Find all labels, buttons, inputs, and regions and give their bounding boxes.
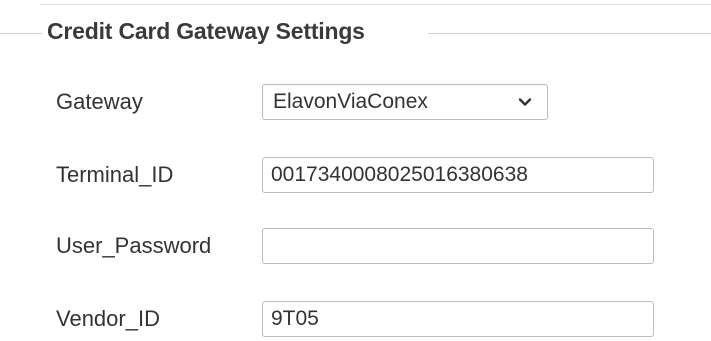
terminal-id-input[interactable]: 0017340008025016380638 bbox=[262, 157, 654, 193]
gateway-select[interactable]: ElavonViaConex bbox=[262, 84, 548, 120]
chevron-down-icon bbox=[518, 98, 532, 106]
user-password-label: User_Password bbox=[56, 233, 212, 258]
terminal-id-row: Terminal_ID 0017340008025016380638 bbox=[0, 155, 711, 195]
fieldset-border-right bbox=[428, 33, 711, 34]
user-password-row: User_Password bbox=[0, 226, 711, 266]
fieldset-legend: Credit Card Gateway Settings bbox=[47, 18, 365, 44]
fieldset-border-left bbox=[0, 33, 42, 34]
credit-card-gateway-settings-fieldset: Credit Card Gateway Settings Gateway Ela… bbox=[0, 0, 711, 341]
gateway-label: Gateway bbox=[56, 89, 143, 114]
gateway-selected-value: ElavonViaConex bbox=[273, 90, 428, 113]
vendor-id-row: Vendor_ID 9T05 bbox=[0, 299, 711, 339]
gateway-row: Gateway ElavonViaConex bbox=[0, 82, 711, 122]
terminal-id-label: Terminal_ID bbox=[56, 162, 174, 187]
user-password-input[interactable] bbox=[262, 228, 654, 264]
vendor-id-input[interactable]: 9T05 bbox=[262, 301, 654, 337]
vendor-id-label: Vendor_ID bbox=[56, 306, 160, 331]
